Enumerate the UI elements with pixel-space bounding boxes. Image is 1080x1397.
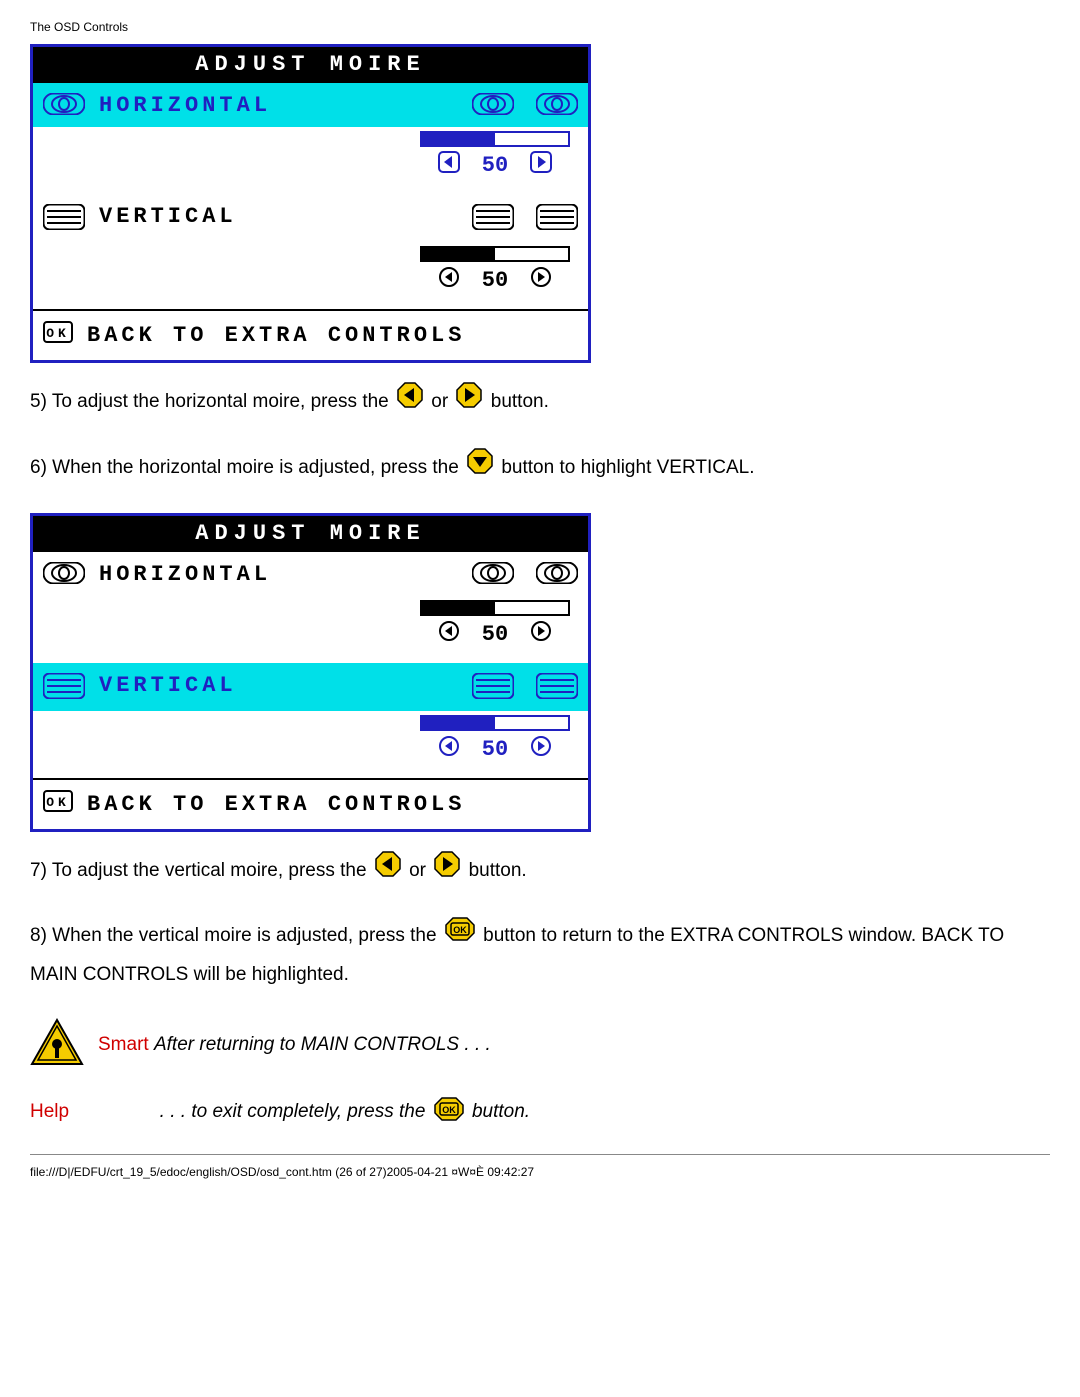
right-button-icon [455, 381, 483, 423]
vertical-value: 50 [482, 737, 508, 762]
vertical-moire-icon [43, 204, 85, 230]
horizontal-bar [420, 600, 570, 616]
osd-row-vertical-value: 50 [33, 242, 588, 309]
vertical-label: VERTICAL [99, 204, 237, 229]
ok-button-icon: OK [433, 1096, 465, 1128]
vertical-value: 50 [482, 268, 508, 293]
osd-title: ADJUST MOIRE [33, 516, 588, 552]
step-5-text-a: 5) To adjust the horizontal moire, press… [30, 391, 394, 412]
horizontal-moire-icon [43, 562, 85, 584]
right-arrow-icon [530, 620, 552, 649]
horizontal-value: 50 [482, 153, 508, 178]
left-button-icon [396, 381, 424, 423]
vertical-bar [420, 715, 570, 731]
horizontal-moire-icon [472, 93, 514, 121]
step-6-text-a: 6) When the horizontal moire is adjusted… [30, 457, 464, 478]
horizontal-bar [420, 131, 570, 147]
left-arrow-icon [438, 735, 460, 764]
osd-box-1: ADJUST MOIRE HORIZONTAL [30, 44, 591, 363]
step-5-text-c: button. [491, 391, 549, 412]
left-arrow-icon [438, 620, 460, 649]
step-7-text-b: or [409, 860, 431, 881]
osd-row-horizontal: HORIZONTAL [33, 552, 588, 596]
back-label: BACK TO EXTRA CONTROLS [87, 323, 465, 348]
step-6-text-b: button to highlight VERTICAL. [501, 457, 754, 478]
down-button-icon [466, 447, 494, 489]
smart-help-block: Smart After returning to MAIN CONTROLS .… [30, 1018, 1050, 1128]
divider [30, 1154, 1050, 1155]
osd-row-horizontal-value: 50 [33, 596, 588, 663]
step-7-text-a: 7) To adjust the vertical moire, press t… [30, 860, 372, 881]
vertical-moire-icon [536, 204, 578, 236]
osd-row-vertical: VERTICAL [33, 663, 588, 711]
horizontal-label: HORIZONTAL [99, 562, 271, 587]
left-button-icon [374, 850, 402, 892]
right-arrow-icon [530, 151, 552, 180]
step-8-text-a: 8) When the vertical moire is adjusted, … [30, 925, 442, 946]
step-6: 6) When the horizontal moire is adjusted… [30, 447, 1050, 489]
horizontal-value: 50 [482, 622, 508, 647]
warning-icon [30, 1018, 84, 1072]
osd-title: ADJUST MOIRE [33, 47, 588, 83]
svg-text:OK: OK [46, 795, 70, 810]
ok-button-icon: OK [444, 916, 476, 956]
page-header: The OSD Controls [30, 20, 1050, 34]
osd-row-horizontal: HORIZONTAL [33, 83, 588, 127]
step-5-text-b: or [431, 391, 453, 412]
vertical-bar [420, 246, 570, 262]
horizontal-moire-icon [43, 93, 85, 115]
smart-label: Smart [98, 1034, 149, 1055]
right-arrow-icon [530, 735, 552, 764]
osd-box-2: ADJUST MOIRE HORIZONTAL [30, 513, 591, 832]
vertical-moire-icon [472, 673, 514, 705]
svg-text:OK: OK [442, 1105, 456, 1115]
osd-row-vertical: VERTICAL [33, 194, 588, 242]
vertical-label: VERTICAL [99, 673, 237, 698]
page-footer: file:///D|/EDFU/crt_19_5/edoc/english/OS… [30, 1165, 1050, 1179]
smart-line2a: . . . to exit completely, press the [160, 1101, 431, 1122]
help-label: Help [30, 1101, 69, 1122]
step-7: 7) To adjust the vertical moire, press t… [30, 850, 1050, 892]
vertical-moire-icon [472, 204, 514, 236]
horizontal-label: HORIZONTAL [99, 93, 271, 118]
ok-icon: OK [43, 321, 73, 350]
smart-line1: After returning to MAIN CONTROLS . . . [154, 1034, 491, 1055]
ok-icon: OK [43, 790, 73, 819]
svg-text:OK: OK [46, 326, 70, 341]
back-label: BACK TO EXTRA CONTROLS [87, 792, 465, 817]
osd-footer: OK BACK TO EXTRA CONTROLS [33, 309, 588, 360]
right-arrow-icon [530, 266, 552, 295]
horizontal-moire-icon [472, 562, 514, 590]
vertical-moire-icon [43, 673, 85, 699]
osd-footer: OK BACK TO EXTRA CONTROLS [33, 778, 588, 829]
smart-line2b: button. [472, 1101, 530, 1122]
svg-text:OK: OK [453, 925, 467, 935]
left-arrow-icon [438, 151, 460, 180]
step-5: 5) To adjust the horizontal moire, press… [30, 381, 1050, 423]
right-button-icon [433, 850, 461, 892]
osd-row-horizontal-value: 50 [33, 127, 588, 194]
step-7-text-c: button. [469, 860, 527, 881]
step-8: 8) When the vertical moire is adjusted, … [30, 916, 1050, 994]
osd-row-vertical-value: 50 [33, 711, 588, 778]
horizontal-moire-icon [536, 562, 578, 590]
left-arrow-icon [438, 266, 460, 295]
horizontal-moire-icon [536, 93, 578, 121]
vertical-moire-icon [536, 673, 578, 705]
